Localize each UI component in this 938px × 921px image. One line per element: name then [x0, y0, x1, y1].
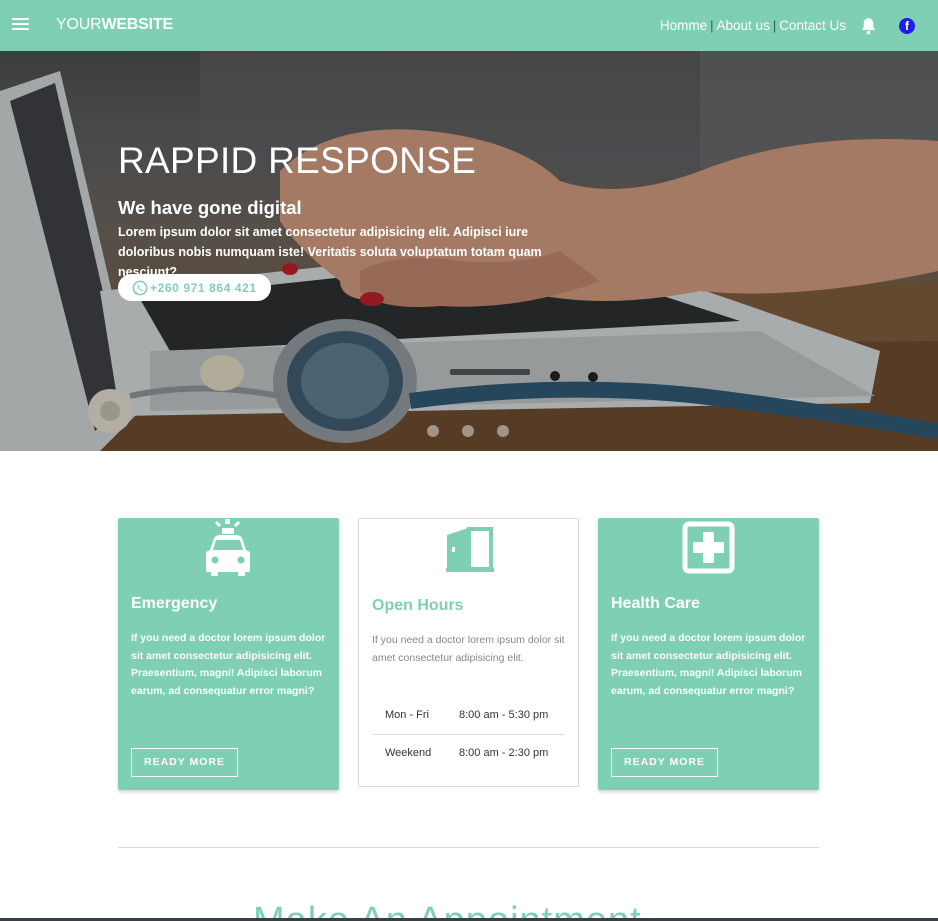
emergency-card: Emergency If you need a doctor lorem ips… — [118, 518, 339, 790]
card-title-health-care: Health Care — [611, 595, 700, 612]
bell-icon[interactable] — [860, 17, 877, 35]
top-navbar: YOURWEBSITE Homme | About us | Contact U… — [0, 0, 938, 51]
card-text-emergency: If you need a doctor lorem ipsum dolor s… — [131, 632, 326, 697]
carousel-dot-2[interactable] — [462, 425, 474, 437]
open-hours-card: Open Hours If you need a doctor lorem ip… — [358, 518, 579, 787]
hours-time: 8:00 am - 2:30 pm — [459, 747, 549, 759]
door-icon — [446, 527, 494, 572]
ambulance-icon — [206, 519, 250, 576]
hospital-cross-icon — [682, 521, 735, 574]
nav-separator: | — [710, 18, 714, 33]
phone-number: +260 971 864 421 — [150, 280, 257, 295]
nav-links: Homme | About us | Contact Us — [660, 18, 846, 33]
whatsapp-phone-button[interactable]: +260 971 864 421 — [118, 274, 271, 301]
hours-row-weekend: Weekend 8:00 am - 2:30 pm — [372, 747, 565, 785]
nav-link-about[interactable]: About us — [717, 18, 770, 33]
brand-light: YOUR — [56, 16, 102, 33]
whatsapp-icon — [132, 280, 148, 295]
health-care-card: Health Care If you need a doctor lorem i… — [598, 518, 819, 790]
menu-icon[interactable] — [12, 18, 29, 32]
brand-logo[interactable]: YOURWEBSITE — [56, 16, 173, 34]
nav-separator: | — [772, 18, 777, 33]
hero-subtitle: We have gone digital — [118, 197, 302, 218]
hero-description: Lorem ipsum dolor sit amet consectetur a… — [118, 225, 542, 279]
card-title-open-hours: Open Hours — [372, 597, 464, 614]
carousel-dot-3[interactable] — [497, 425, 509, 437]
nav-link-home[interactable]: Homme — [660, 18, 707, 33]
carousel-dot-1[interactable] — [427, 425, 439, 437]
brand-bold: WEBSITE — [101, 16, 173, 33]
hero-title: RAPPID RESPONSE — [118, 140, 477, 181]
hours-day: Weekend — [385, 747, 432, 759]
hours-time: 8:00 am - 5:30 pm — [459, 709, 549, 721]
card-title-emergency: Emergency — [131, 595, 218, 612]
card-text-health-care: If you need a doctor lorem ipsum dolor s… — [611, 632, 806, 697]
read-more-button-emergency[interactable]: READY MORE — [131, 748, 238, 777]
nav-link-contact[interactable]: Contact Us — [779, 18, 846, 33]
hours-day: Mon - Fri — [385, 709, 429, 721]
hours-row-weekdays: Mon - Fri 8:00 am - 5:30 pm — [372, 709, 565, 747]
hero-banner: RAPPID RESPONSE We have gone digital Lor… — [0, 51, 938, 451]
card-text-open-hours: If you need a doctor lorem ipsum dolor s… — [372, 634, 565, 664]
facebook-icon[interactable]: f — [899, 18, 915, 34]
section-divider — [118, 847, 819, 848]
hours-divider — [372, 734, 565, 735]
read-more-button-health-care[interactable]: READY MORE — [611, 748, 718, 777]
